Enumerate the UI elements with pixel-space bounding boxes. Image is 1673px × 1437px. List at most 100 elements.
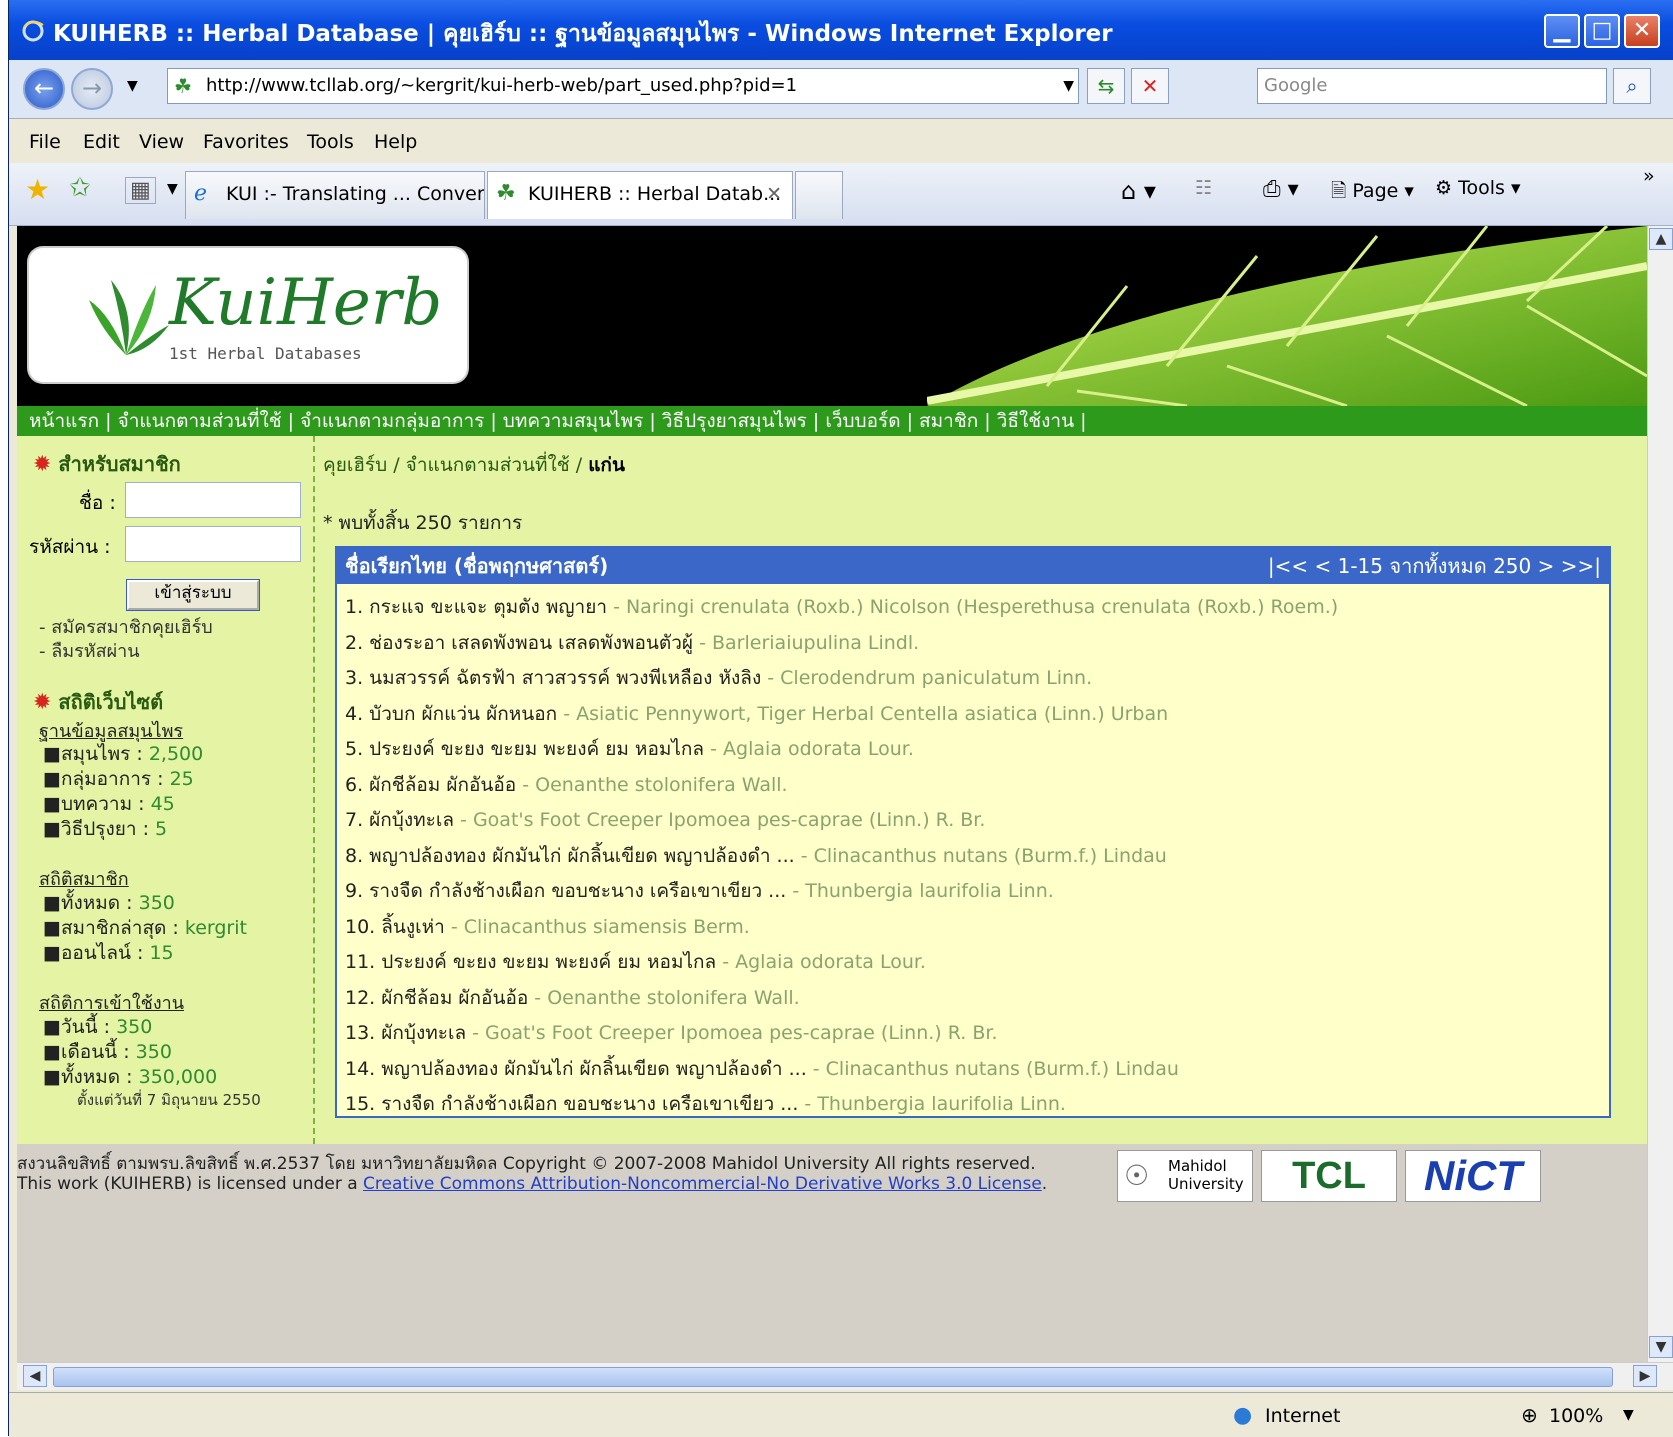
password-input[interactable] — [125, 526, 301, 562]
row-scientific-name[interactable]: - Clinacanthus nutans (Burm.f.) Lindau — [807, 1058, 1179, 1080]
row-thai-name[interactable]: 6. ผักชีล้อม ผักอันอ้อ — [345, 774, 516, 796]
forward-button[interactable]: → — [71, 68, 113, 110]
tab-kuiherb[interactable]: ☘ KUIHERB :: Herbal Datab... ✕ — [487, 171, 793, 219]
pagination[interactable]: |<< < 1-15 จากทั้งหมด 250 > >>| — [1268, 548, 1601, 584]
row-scientific-name[interactable]: - Clinacanthus siamensis Berm. — [445, 916, 750, 938]
back-button[interactable]: ← — [23, 68, 65, 110]
row-scientific-name[interactable]: - Goat's Foot Creeper Ipomoea pes-caprae… — [454, 809, 985, 831]
row-scientific-name[interactable]: - Oenanthe stolonifera Wall. — [516, 774, 787, 796]
table-row[interactable]: 8. พญาปล้องทอง ผักมันไก่ ผักลิ้นเขียด พญ… — [345, 841, 1167, 871]
row-thai-name[interactable]: 10. ลิ้นงูเห่า — [345, 916, 445, 938]
horizontal-scrollbar[interactable]: ◀ ▶ — [17, 1362, 1673, 1390]
table-row[interactable]: 2. ช่องระอา เสลดพังพอน เสลดพังพอนตัวผู้ … — [345, 628, 919, 658]
table-row[interactable]: 15. รางจืด กำลังช้างเผือก ขอบชะนาง เครือ… — [345, 1089, 1066, 1119]
row-scientific-name[interactable]: - Clerodendrum paniculatum Linn. — [761, 667, 1092, 689]
row-scientific-name[interactable]: - Aglaia odorata Lour. — [704, 738, 914, 760]
more-chevron-icon[interactable]: » — [1643, 165, 1655, 187]
minimize-button[interactable]: ▁ — [1544, 14, 1580, 48]
forgot-password-link[interactable]: - ลืมรหัสผ่าน — [39, 636, 140, 665]
breadcrumb-mid[interactable]: / จำแนกตามส่วนที่ใช้ / — [387, 454, 588, 476]
row-thai-name[interactable]: 15. รางจืด กำลังช้างเผือก ขอบชะนาง เครือ… — [345, 1093, 798, 1115]
row-thai-name[interactable]: 4. บัวบก ผักแว่น ผักหนอก — [345, 703, 557, 725]
menu-file[interactable]: File — [29, 131, 61, 153]
table-row[interactable]: 5. ประยงค์ ขะยง ขะยม พะยงค์ ยม หอมไกล - … — [345, 734, 914, 764]
row-thai-name[interactable]: 5. ประยงค์ ขะยง ขะยม พะยงค์ ยม หอมไกล — [345, 738, 704, 760]
tools-menu-button[interactable]: ⚙ Tools ▾ — [1435, 177, 1520, 199]
row-thai-name[interactable]: 11. ประยงค์ ขะยง ขะยม พะยงค์ ยม หอมไกล — [345, 951, 716, 973]
table-row[interactable]: 1. กระแจ ขะแจะ ตุมตัง พญายา - Naringi cr… — [345, 592, 1338, 622]
table-row[interactable]: 11. ประยงค์ ขะยง ขะยม พะยงค์ ยม หอมไกล -… — [345, 947, 926, 977]
table-row[interactable]: 7. ผักบุ้งทะเล - Goat's Foot Creeper Ipo… — [345, 805, 985, 835]
page-menu-button[interactable]: 🗎 Page ▾ — [1331, 177, 1414, 209]
vertical-scrollbar[interactable]: ▲ ▼ — [1647, 226, 1673, 1362]
zoom-dropdown-icon[interactable]: ▼ — [1623, 1407, 1634, 1423]
row-scientific-name[interactable]: - Clinacanthus nutans (Burm.f.) Lindau — [795, 845, 1167, 867]
menu-view[interactable]: View — [139, 131, 184, 153]
row-scientific-name[interactable]: - Barleriaiupulina Lindl. — [693, 632, 919, 654]
close-button[interactable]: ✕ — [1624, 14, 1660, 48]
site-logo[interactable]: KuiHerb 1st Herbal Databases — [29, 248, 467, 382]
row-scientific-name[interactable]: - Aglaia odorata Lour. — [716, 951, 926, 973]
row-scientific-name[interactable]: - Thunbergia laurifolia Linn. — [798, 1093, 1065, 1115]
feeds-icon[interactable]: ☷ — [1195, 177, 1212, 199]
horizontal-scroll-thumb[interactable] — [53, 1367, 1613, 1387]
row-scientific-name[interactable]: - Asiatic Pennywort, Tiger Herbal Centel… — [557, 703, 1168, 725]
add-favorite-icon[interactable]: ✩ — [69, 173, 91, 203]
scroll-left-icon[interactable]: ◀ — [23, 1365, 47, 1387]
zoom-icon[interactable]: ⊕ — [1521, 1403, 1538, 1427]
history-dropdown-icon[interactable]: ▼ — [127, 78, 138, 94]
tab-kui-translating[interactable]: ℯ KUI :- Translating ... Conver... — [185, 171, 485, 219]
nict-logo[interactable]: NiCT — [1405, 1150, 1541, 1202]
row-thai-name[interactable]: 7. ผักบุ้งทะเล — [345, 809, 454, 831]
table-row[interactable]: 10. ลิ้นงูเห่า - Clinacanthus siamensis … — [345, 912, 750, 942]
mahidol-logo[interactable]: ☉ Mahidol University — [1117, 1150, 1253, 1202]
tcl-logo[interactable]: TCL — [1261, 1150, 1397, 1202]
row-thai-name[interactable]: 12. ผักชีล้อม ผักอันอ้อ — [345, 987, 528, 1009]
search-icon[interactable]: ⌕ — [1613, 68, 1651, 104]
row-thai-name[interactable]: 14. พญาปล้องทอง ผักมันไก่ ผักลิ้นเขียด พ… — [345, 1058, 807, 1080]
zoom-level[interactable]: 100% — [1549, 1405, 1603, 1427]
refresh-button[interactable]: ⇆ — [1087, 68, 1125, 104]
scroll-right-icon[interactable]: ▶ — [1633, 1365, 1657, 1387]
license-link[interactable]: Creative Commons Attribution-Noncommerci… — [363, 1174, 1042, 1194]
login-button[interactable]: เข้าสู่ระบบ — [127, 580, 259, 610]
table-row[interactable]: 9. รางจืด กำลังช้างเผือก ขอบชะนาง เครือเ… — [345, 876, 1054, 906]
menu-help[interactable]: Help — [374, 131, 417, 153]
address-bar[interactable]: ☘ http://www.tcllab.org/~kergrit/kui-her… — [167, 68, 1079, 104]
menu-edit[interactable]: Edit — [83, 131, 120, 153]
quick-tabs-icon[interactable]: ▦ — [125, 177, 156, 204]
home-icon[interactable]: ⌂ ▾ — [1121, 177, 1156, 205]
site-nav-bar[interactable]: หน้าแรก | จำแนกตามส่วนที่ใช้ | จำแนกตามก… — [17, 406, 1647, 436]
tab-list-dropdown-icon[interactable]: ▼ — [167, 181, 178, 197]
table-row[interactable]: 12. ผักชีล้อม ผักอันอ้อ - Oenanthe stolo… — [345, 983, 800, 1013]
table-row[interactable]: 3. นมสวรรค์ ฉัตรฟ้า สาวสวรรค์ พวงพีเหลือ… — [345, 663, 1092, 693]
row-scientific-name[interactable]: - Goat's Foot Creeper Ipomoea pes-caprae… — [466, 1022, 997, 1044]
breadcrumb-home[interactable]: คุยเฮิร์บ — [323, 454, 387, 476]
address-dropdown-icon[interactable]: ▼ — [1063, 69, 1074, 103]
row-thai-name[interactable]: 8. พญาปล้องทอง ผักมันไก่ ผักลิ้นเขียด พญ… — [345, 845, 795, 867]
row-scientific-name[interactable]: - Oenanthe stolonifera Wall. — [528, 987, 799, 1009]
row-thai-name[interactable]: 9. รางจืด กำลังช้างเผือก ขอบชะนาง เครือเ… — [345, 880, 786, 902]
close-tab-icon[interactable]: ✕ — [766, 172, 782, 216]
scroll-down-icon[interactable]: ▼ — [1649, 1336, 1673, 1358]
menu-tools[interactable]: Tools — [307, 131, 354, 153]
scroll-up-icon[interactable]: ▲ — [1649, 228, 1673, 250]
favorites-star-icon[interactable]: ★ — [25, 173, 50, 206]
print-icon[interactable]: ⎙ ▾ — [1263, 177, 1299, 202]
row-scientific-name[interactable]: - Thunbergia laurifolia Linn. — [786, 880, 1053, 902]
new-tab-button[interactable] — [795, 171, 843, 219]
menu-favorites[interactable]: Favorites — [203, 131, 289, 153]
row-thai-name[interactable]: 1. กระแจ ขะแจะ ตุมตัง พญายา — [345, 596, 607, 618]
maximize-button[interactable]: □ — [1584, 14, 1620, 48]
table-row[interactable]: 13. ผักบุ้งทะเล - Goat's Foot Creeper Ip… — [345, 1018, 998, 1048]
stop-button[interactable]: ✕ — [1131, 68, 1169, 104]
table-row[interactable]: 14. พญาปล้องทอง ผักมันไก่ ผักลิ้นเขียด พ… — [345, 1054, 1179, 1084]
row-scientific-name[interactable]: - Naringi crenulata (Roxb.) Nicolson (He… — [607, 596, 1338, 618]
table-row[interactable]: 4. บัวบก ผักแว่น ผักหนอก - Asiatic Penny… — [345, 699, 1168, 729]
name-input[interactable] — [125, 482, 301, 518]
table-row[interactable]: 6. ผักชีล้อม ผักอันอ้อ - Oenanthe stolon… — [345, 770, 788, 800]
search-input[interactable]: Google — [1257, 68, 1607, 104]
row-thai-name[interactable]: 13. ผักบุ้งทะเล — [345, 1022, 466, 1044]
row-thai-name[interactable]: 3. นมสวรรค์ ฉัตรฟ้า สาวสวรรค์ พวงพีเหลือ… — [345, 667, 761, 689]
row-thai-name[interactable]: 2. ช่องระอา เสลดพังพอน เสลดพังพอนตัวผู้ — [345, 632, 693, 654]
